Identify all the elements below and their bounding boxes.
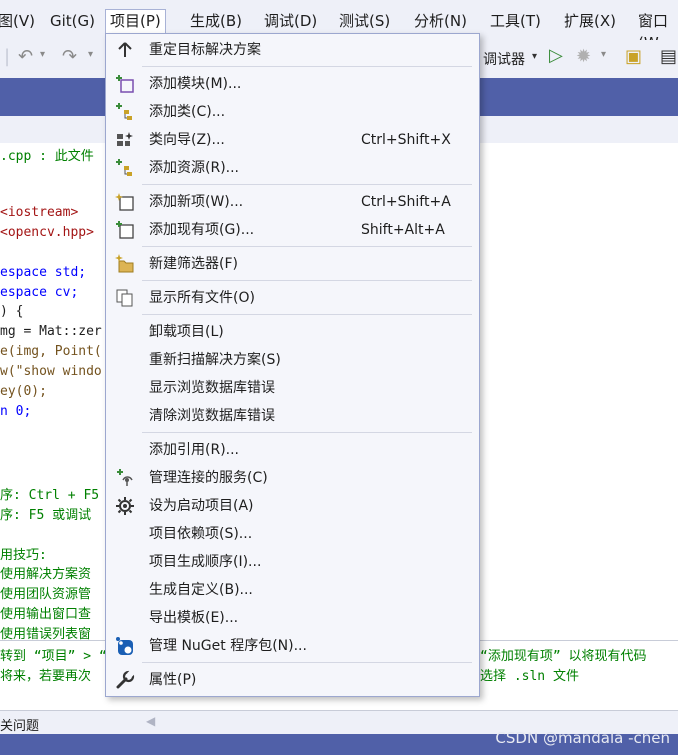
menu-item-manage-nuget[interactable]: 管理 NuGet 程序包(N)... [106,632,479,660]
menu-item-add-new-item[interactable]: 添加新项(W)... Ctrl+Shift+A [106,188,479,216]
menu-item-new-filter[interactable]: 新建筛选器(F) [106,250,479,278]
shortcut-label: Shift+Alt+A [361,222,445,238]
nuget-icon [115,636,135,656]
code-line: ) { [0,304,24,319]
code-line: .cpp : 此文件 [0,149,94,164]
menu-item-connected-services[interactable]: 管理连接的服务(C) [106,464,479,492]
code-line-right: 选择 .sln 文件 [480,669,579,684]
shortcut-label: Ctrl+Shift+A [361,194,451,210]
menu-project[interactable]: 项目(P) [105,9,166,34]
code-line: 序: F5 或调试 [0,508,92,523]
debugger-label[interactable]: 调试器 [483,49,525,69]
project-menu: 重定目标解决方案 添加模块(M)... 添加类(C)... 类向导(Z)... … [105,33,480,697]
add-class-icon [115,102,135,122]
debugger-dropdown-icon[interactable]: ▾ [532,51,537,62]
start-icon[interactable]: ▷ [549,45,563,66]
redo-icon[interactable]: ↷ [62,46,77,67]
menu-window[interactable]: 窗口(W [634,10,678,52]
menu-build[interactable]: 生成(B) [186,10,246,32]
code-line: 序: Ctrl + F5 [0,488,100,503]
menu-separator [142,314,472,315]
wrench-icon [115,669,135,690]
menu-item-build-customizations[interactable]: 生成自定义(B)... [106,576,479,604]
menu-separator [142,66,472,67]
add-new-item-icon [115,192,135,212]
bottom-tab-issues[interactable]: 关问题 [0,715,39,734]
undo-icon[interactable]: ↶ [18,46,33,67]
up-arrow-icon [115,40,135,60]
code-line: n 0; [0,404,32,419]
code-line: <opencv.hpp> [0,225,94,240]
toolbar-divider: | [4,46,11,67]
code-line: ey(0); [0,384,47,399]
menu-debug[interactable]: 调试(D) [260,10,321,32]
scroll-left-icon[interactable]: ◀ [146,714,155,728]
menu-item-unload-project[interactable]: 卸载项目(L) [106,318,479,346]
menu-item-add-module[interactable]: 添加模块(M)... [106,70,479,98]
code-line: 使用团队资源管 [0,587,92,602]
hot-reload-dropdown-icon[interactable]: ▾ [601,49,606,60]
menu-analyze[interactable]: 分析(N) [410,10,471,32]
hot-reload-icon[interactable]: ✹ [576,46,591,67]
code-line: 使用输出窗口查 [0,607,92,622]
menu-item-project-dependencies[interactable]: 项目依赖项(S)... [106,520,479,548]
menu-tools[interactable]: 工具(T) [486,10,545,32]
menu-item-show-browse-db-errors[interactable]: 显示浏览数据库错误 [106,374,479,402]
menu-item-export-template[interactable]: 导出模板(E)... [106,604,479,632]
code-line: 转到 “项目” > “ [0,649,107,664]
menu-item-add-class[interactable]: 添加类(C)... [106,98,479,126]
undo-dropdown-icon[interactable]: ▾ [40,49,45,60]
menu-separator [142,246,472,247]
code-line: espace std; [0,265,87,280]
connected-services-icon [115,468,135,488]
code-line: espace cv; [0,285,79,300]
code-line: e(img, Point( [0,344,102,359]
menu-item-add-resource[interactable]: 添加资源(R)... [106,154,479,182]
menu-item-class-wizard[interactable]: 类向导(Z)... Ctrl+Shift+X [106,126,479,154]
menu-test[interactable]: 测试(S) [335,10,394,32]
watermark: CSDN @mandala -chen [495,729,670,747]
code-line: mg = Mat::zer [0,324,102,339]
menu-item-set-startup-project[interactable]: 设为启动项目(A) [106,492,479,520]
code-line: 用技巧: [0,548,47,563]
menu-git[interactable]: Git(G) [46,10,99,32]
code-line: w("show windo [0,364,102,379]
menu-item-add-reference[interactable]: 添加引用(R)... [106,436,479,464]
folder-icon[interactable]: ▣ [625,46,642,67]
code-line: <iostream> [0,205,79,220]
redo-dropdown-icon[interactable]: ▾ [88,49,93,60]
add-existing-item-icon [115,220,135,240]
window-icon[interactable]: ▤ [660,46,677,67]
gear-icon [115,496,135,516]
add-resource-icon [115,158,135,178]
show-all-files-icon [115,288,135,308]
menu-separator [142,432,472,433]
code-line: 将来，若要再次 [0,669,92,684]
menu-separator [142,280,472,281]
menu-item-project-build-order[interactable]: 项目生成顺序(I)... [106,548,479,576]
menu-extensions[interactable]: 扩展(X) [560,10,620,32]
new-filter-icon [115,254,135,274]
add-module-icon [115,74,135,94]
menu-item-rescan-solution[interactable]: 重新扫描解决方案(S) [106,346,479,374]
menu-item-retarget-solution[interactable]: 重定目标解决方案 [106,36,479,64]
menu-item-clear-browse-db-errors[interactable]: 清除浏览数据库错误 [106,402,479,430]
menu-item-show-all-files[interactable]: 显示所有文件(O) [106,284,479,312]
code-line: 使用解决方案资 [0,567,92,582]
menu-view[interactable]: 图(V) [0,10,39,32]
code-line-right: “添加现有项” 以将现有代码 [480,649,647,664]
menu-separator [142,662,472,663]
menu-separator [142,184,472,185]
menu-item-add-existing-item[interactable]: 添加现有项(G)... Shift+Alt+A [106,216,479,244]
shortcut-label: Ctrl+Shift+X [361,132,451,148]
class-wizard-icon [115,130,135,150]
menu-item-properties[interactable]: 属性(P) [106,666,479,694]
